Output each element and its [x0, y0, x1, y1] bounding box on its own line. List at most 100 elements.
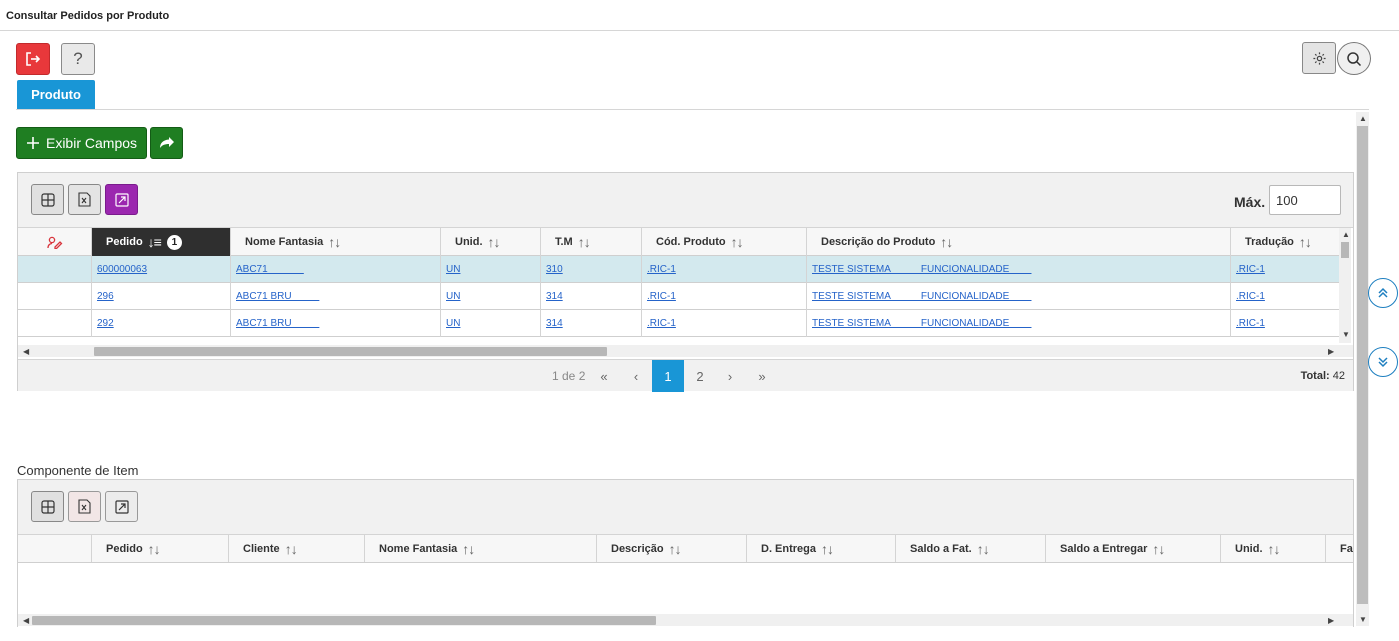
header-fat[interactable]: Fat — [1326, 535, 1353, 562]
table-row[interactable]: 296 ABC71 BRU UN 314 .RIC-1 TESTE SISTEM… — [18, 283, 1339, 310]
expand-grid-button[interactable] — [105, 184, 138, 215]
component-horizontal-scrollbar[interactable]: ◀ ▶ — [18, 614, 1353, 626]
header-unid[interactable]: Unid. ↑↓ — [441, 228, 541, 256]
scroll-down-icon[interactable]: ▼ — [1342, 330, 1350, 339]
exit-button[interactable] — [16, 43, 50, 75]
header-tm[interactable]: T.M ↑↓ — [541, 228, 642, 256]
grid-vertical-thumb[interactable] — [1341, 242, 1349, 258]
cell-tm[interactable]: 314 — [541, 283, 642, 310]
scroll-left-icon[interactable]: ◀ — [23, 347, 29, 356]
row-select-cell[interactable] — [18, 310, 92, 337]
max-rows-input[interactable] — [1269, 185, 1341, 215]
header-saldo-entregar[interactable]: Saldo a Entregar ↑↓ — [1046, 535, 1221, 562]
header-cod-produto[interactable]: Cód. Produto ↑↓ — [642, 228, 807, 256]
exit-icon — [26, 52, 41, 66]
page-vertical-thumb[interactable] — [1357, 126, 1368, 604]
sort-icon: ↑↓ — [730, 234, 744, 250]
scroll-right-icon[interactable]: ▶ — [1328, 616, 1334, 625]
cell-cod-produto[interactable]: .RIC-1 — [642, 256, 807, 283]
header-descricao-produto[interactable]: Descrição do Produto ↑↓ — [807, 228, 1231, 256]
cell-nome-fantasia[interactable]: ABC71 BRU — [231, 310, 441, 337]
scroll-right-icon[interactable]: ▶ — [1328, 347, 1334, 356]
cell-pedido[interactable]: 600000063 — [92, 256, 231, 283]
sort-desc-icon: ↓≡ — [147, 234, 162, 250]
double-chevron-down-icon — [1378, 357, 1388, 368]
scroll-down-icon[interactable]: ▼ — [1359, 615, 1367, 624]
grid-vertical-scrollbar[interactable]: ▲ ▼ — [1339, 228, 1351, 343]
prev-page-button[interactable]: ‹ — [620, 360, 652, 392]
export-excel-button[interactable] — [68, 184, 101, 215]
excel-file-icon — [78, 499, 91, 514]
cell-tm[interactable]: 314 — [541, 310, 642, 337]
cell-cod-produto[interactable]: .RIC-1 — [642, 283, 807, 310]
cell-unid[interactable]: UN — [441, 310, 541, 337]
row-select-cell[interactable] — [18, 283, 92, 310]
share-button[interactable] — [150, 127, 183, 159]
tab-produto[interactable]: Produto — [17, 80, 95, 109]
expand-grid-button[interactable] — [105, 491, 138, 522]
grid-toolbar: Máx. — [18, 173, 1353, 228]
next-page-button[interactable]: › — [714, 360, 746, 392]
cell-traducao[interactable]: .RIC-1 — [1231, 256, 1339, 283]
component-horizontal-thumb[interactable] — [32, 616, 656, 625]
cell-pedido[interactable]: 292 — [92, 310, 231, 337]
cell-descricao[interactable]: TESTE SISTEMA FUNCIONALIDADE — [807, 283, 1231, 310]
header-nome-fantasia[interactable]: Nome Fantasia ↑↓ — [231, 228, 441, 256]
cell-unid[interactable]: UN — [441, 283, 541, 310]
row-select-cell[interactable] — [18, 256, 92, 283]
header-saldo-fat[interactable]: Saldo a Fat. ↑↓ — [896, 535, 1046, 562]
first-page-button[interactable]: « — [588, 360, 620, 392]
header-nome-fantasia[interactable]: Nome Fantasia ↑↓ — [365, 535, 597, 562]
cell-unid[interactable]: UN — [441, 256, 541, 283]
columns-toggle-button[interactable] — [31, 184, 64, 215]
cell-traducao[interactable]: .RIC-1 — [1231, 283, 1339, 310]
sort-order-badge: 1 — [166, 234, 182, 250]
header-select[interactable] — [18, 535, 92, 562]
header-filter-cell[interactable] — [18, 228, 92, 256]
sort-icon: ↑↓ — [976, 541, 990, 557]
table-row[interactable]: 292 ABC71 BRU UN 314 .RIC-1 TESTE SISTEM… — [18, 310, 1339, 337]
header-cliente[interactable]: Cliente ↑↓ — [229, 535, 365, 562]
grid-horizontal-scrollbar[interactable]: ◀ ▶ — [18, 345, 1353, 357]
page-2-button[interactable]: 2 — [684, 360, 716, 392]
last-page-button[interactable]: » — [746, 360, 778, 392]
scroll-up-icon[interactable]: ▲ — [1359, 114, 1367, 123]
cell-descricao[interactable]: TESTE SISTEMA FUNCIONALIDADE — [807, 310, 1231, 337]
table-icon — [40, 499, 55, 514]
window-title: Consultar Pedidos por Produto — [6, 10, 170, 22]
cell-descricao[interactable]: TESTE SISTEMA FUNCIONALIDADE — [807, 256, 1231, 283]
sort-icon: ↑↓ — [1152, 541, 1165, 557]
page-vertical-scrollbar[interactable]: ▲ ▼ — [1356, 112, 1369, 626]
header-pedido[interactable]: Pedido ↓≡ 1 — [92, 228, 231, 256]
page-1-button[interactable]: 1 — [652, 360, 684, 392]
help-button[interactable]: ? — [61, 43, 95, 75]
exibir-campos-button[interactable]: Exibir Campos — [16, 127, 147, 159]
search-button[interactable] — [1337, 42, 1371, 75]
sort-icon: ↑↓ — [284, 541, 298, 557]
cell-tm[interactable]: 310 — [541, 256, 642, 283]
cell-traducao[interactable]: .RIC-1 — [1231, 310, 1339, 337]
scroll-to-bottom-button[interactable] — [1368, 347, 1398, 377]
header-unid[interactable]: Unid. ↑↓ — [1221, 535, 1326, 562]
cell-nome-fantasia[interactable]: ABC71 BRU — [231, 283, 441, 310]
scroll-left-icon[interactable]: ◀ — [23, 616, 29, 625]
header-descricao[interactable]: Descrição ↑↓ — [597, 535, 747, 562]
settings-button[interactable] — [1302, 42, 1336, 74]
cell-nome-fantasia[interactable]: ABC71 — [231, 256, 441, 283]
header-pedido[interactable]: Pedido ↑↓ — [92, 535, 229, 562]
table-row[interactable]: 600000063 ABC71 UN 310 .RIC-1 TESTE SIST… — [18, 256, 1339, 283]
scroll-up-icon[interactable]: ▲ — [1342, 230, 1350, 239]
table-icon — [40, 192, 55, 207]
cell-cod-produto[interactable]: .RIC-1 — [642, 310, 807, 337]
columns-toggle-button[interactable] — [31, 491, 64, 522]
grid-horizontal-thumb[interactable] — [94, 347, 607, 356]
sort-icon: ↑↓ — [1298, 234, 1312, 250]
componente-grid-panel: Pedido ↑↓ Cliente ↑↓ Nome Fantasia ↑↓ Descr… — [17, 479, 1354, 627]
export-excel-button[interactable] — [68, 491, 101, 522]
sort-icon: ↑↓ — [147, 541, 161, 557]
cell-pedido[interactable]: 296 — [92, 283, 231, 310]
scroll-to-top-button[interactable] — [1368, 278, 1398, 308]
double-chevron-left-icon: « — [600, 368, 608, 384]
header-traducao[interactable]: Tradução ↑↓ — [1231, 228, 1339, 256]
header-d-entrega[interactable]: D. Entrega ↑↓ — [747, 535, 896, 562]
